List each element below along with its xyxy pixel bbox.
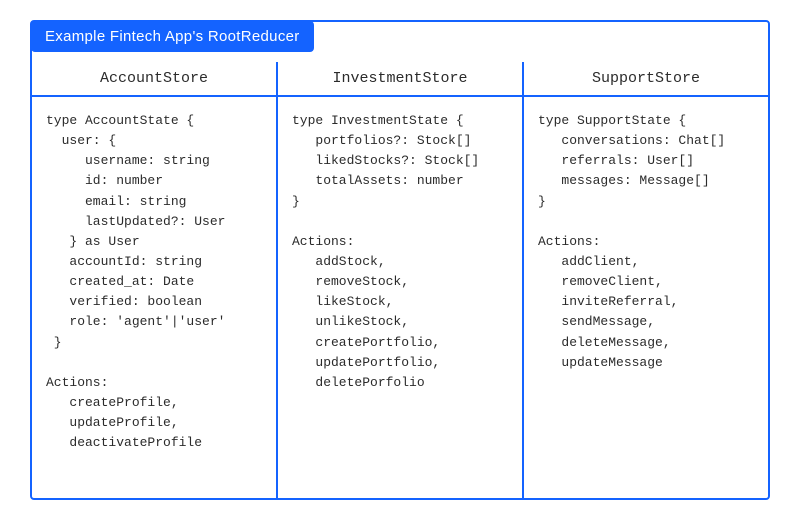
diagram-title: Example Fintech App's RootReducer [31,21,314,52]
columns-wrapper: AccountStore type AccountState { user: {… [32,22,768,498]
column-body: type SupportState { conversations: Chat[… [524,97,768,387]
column-header: AccountStore [32,62,276,97]
root-reducer-diagram: Example Fintech App's RootReducer Accoun… [30,20,770,500]
column-body: type InvestmentState { portfolios?: Stoc… [278,97,522,407]
column-investment-store: InvestmentStore type InvestmentState { p… [278,62,524,498]
column-support-store: SupportStore type SupportState { convers… [524,62,768,498]
column-account-store: AccountStore type AccountState { user: {… [32,62,278,498]
column-body: type AccountState { user: { username: st… [32,97,276,467]
column-header: InvestmentStore [278,62,522,97]
column-header: SupportStore [524,62,768,97]
